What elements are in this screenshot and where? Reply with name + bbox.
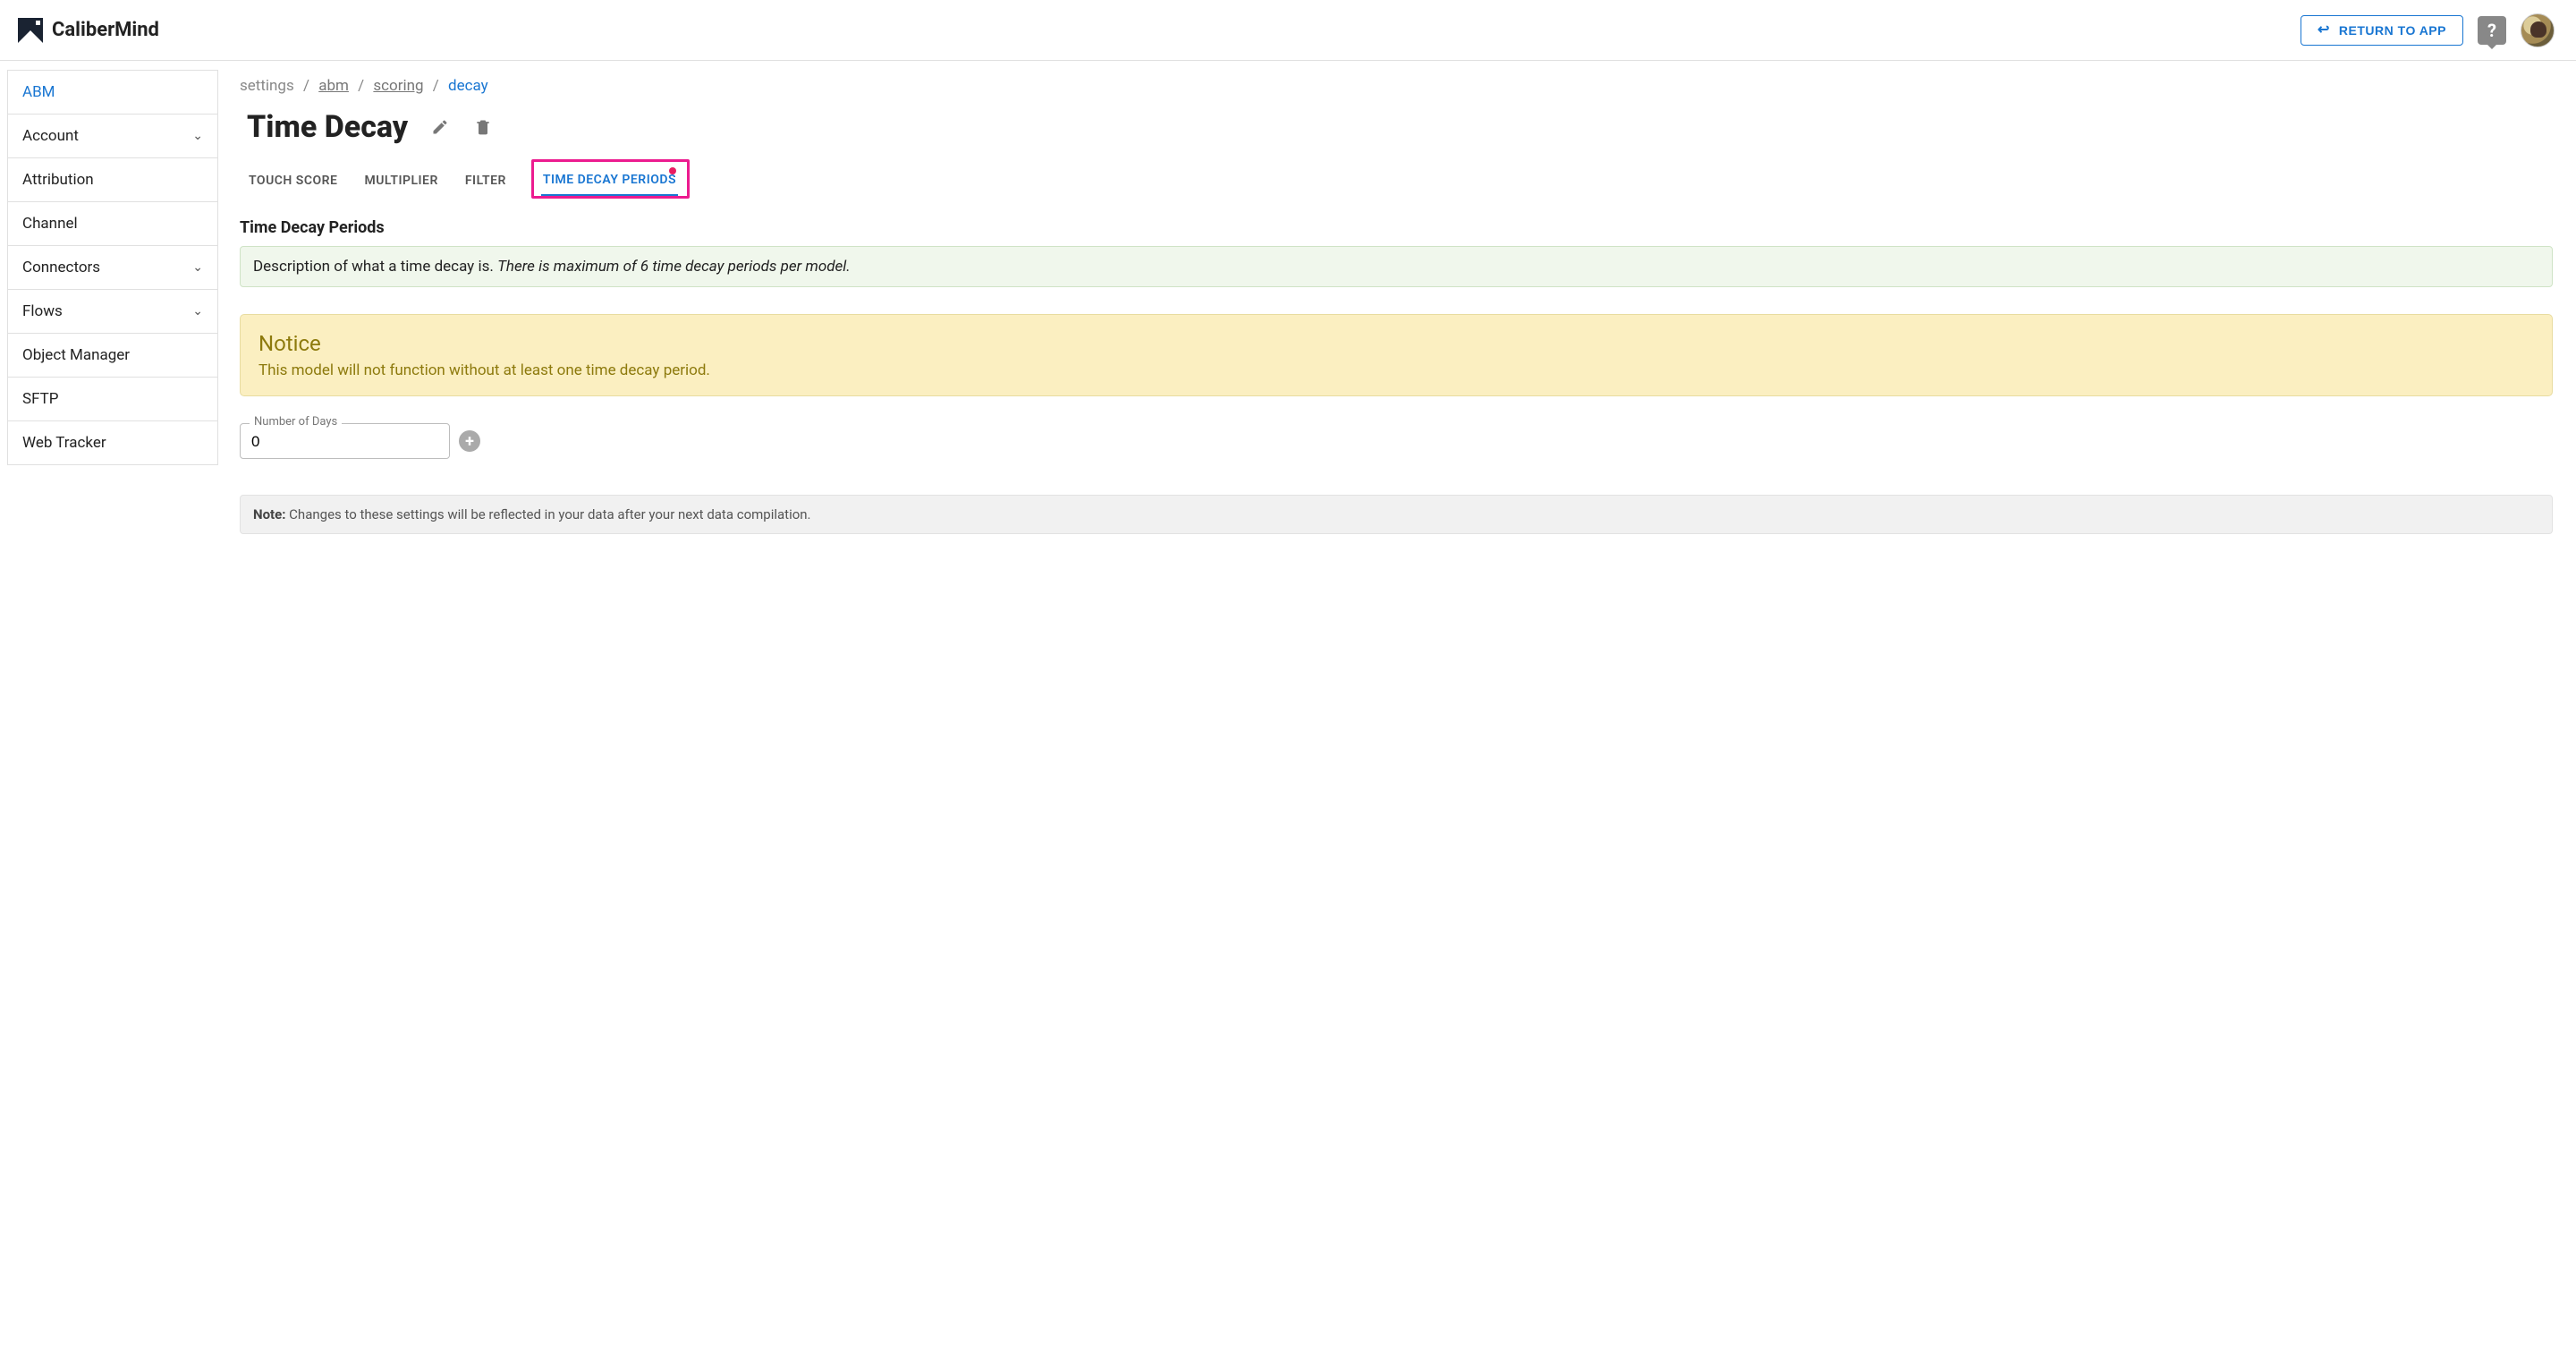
header-brand: CaliberMind <box>18 18 159 43</box>
pencil-icon <box>431 118 449 136</box>
page-title: Time Decay <box>247 109 408 145</box>
breadcrumb: settings / abm / scoring / decay <box>240 77 2553 95</box>
number-of-days-field[interactable]: Number of Days <box>240 423 450 459</box>
tab-filter[interactable]: FILTER <box>463 165 508 199</box>
tab-multiplier[interactable]: MULTIPLIER <box>362 165 439 199</box>
sidebar-item-channel[interactable]: Channel <box>7 201 218 246</box>
sidebar-item-flows[interactable]: Flows ⌄ <box>7 289 218 334</box>
days-input-row: Number of Days + <box>240 423 2553 459</box>
sidebar-item-label: Web Tracker <box>22 434 106 452</box>
notice-title: Notice <box>258 331 2534 356</box>
number-of-days-input[interactable] <box>251 433 438 451</box>
sidebar-item-label: Channel <box>22 215 78 233</box>
note-text: Changes to these settings will be reflec… <box>285 506 810 522</box>
notice-box: Notice This model will not function with… <box>240 314 2553 396</box>
return-arrow-icon: ↩ <box>2318 23 2330 38</box>
chevron-down-icon: ⌄ <box>192 304 203 318</box>
sidebar-item-label: Object Manager <box>22 346 130 364</box>
tabs: TOUCH SCORE MULTIPLIER FILTER TIME DECAY… <box>240 159 2553 199</box>
sidebar-item-label: Connectors <box>22 259 100 276</box>
chevron-down-icon: ⌄ <box>192 260 203 275</box>
tab-time-decay-periods[interactable]: TIME DECAY PERIODS <box>541 164 678 196</box>
crumb-decay: decay <box>448 77 488 95</box>
chevron-down-icon: ⌄ <box>192 129 203 143</box>
description-emphasis: There is maximum of 6 time decay periods… <box>497 258 851 276</box>
edit-button[interactable] <box>429 116 451 138</box>
sidebar-item-label: SFTP <box>22 390 59 408</box>
page-title-row: Time Decay <box>240 109 2553 145</box>
main-content: settings / abm / scoring / decay Time De… <box>224 61 2576 570</box>
sidebar-item-label: Attribution <box>22 171 94 189</box>
sidebar-item-web-tracker[interactable]: Web Tracker <box>7 420 218 465</box>
app-header: CaliberMind ↩ RETURN TO APP ? <box>0 0 2576 61</box>
notice-text: This model will not function without at … <box>258 361 2534 379</box>
field-label: Number of Days <box>250 415 342 429</box>
tab-highlight-annotation: TIME DECAY PERIODS <box>531 159 690 199</box>
crumb-settings: settings <box>240 77 294 95</box>
section-title: Time Decay Periods <box>240 218 2553 237</box>
brand-text: CaliberMind <box>52 19 159 41</box>
sidebar-item-connectors[interactable]: Connectors ⌄ <box>7 245 218 290</box>
logo-icon <box>18 18 43 43</box>
plus-icon: + <box>465 432 474 451</box>
description-box: Description of what a time decay is. The… <box>240 246 2553 287</box>
annotation-dot-icon <box>669 167 676 174</box>
sidebar-item-label: ABM <box>22 83 55 101</box>
return-label: RETURN TO APP <box>2339 23 2446 38</box>
sidebar-item-sftp[interactable]: SFTP <box>7 377 218 421</box>
description-text: Description of what a time decay is. <box>253 258 497 276</box>
header-actions: ↩ RETURN TO APP ? <box>2301 13 2555 47</box>
sidebar-item-abm[interactable]: ABM <box>7 70 218 115</box>
sidebar-item-account[interactable]: Account ⌄ <box>7 114 218 158</box>
note-prefix: Note: <box>253 506 285 522</box>
crumb-abm[interactable]: abm <box>318 77 349 95</box>
crumb-scoring[interactable]: scoring <box>373 77 423 95</box>
help-icon[interactable]: ? <box>2478 16 2506 45</box>
return-to-app-button[interactable]: ↩ RETURN TO APP <box>2301 15 2463 46</box>
avatar[interactable] <box>2521 13 2555 47</box>
delete-button[interactable] <box>472 116 494 138</box>
sidebar-item-attribution[interactable]: Attribution <box>7 157 218 202</box>
add-period-button[interactable]: + <box>459 430 480 452</box>
sidebar-item-label: Account <box>22 127 79 145</box>
sidebar-item-label: Flows <box>22 302 63 320</box>
trash-icon <box>474 118 492 136</box>
sidebar-item-object-manager[interactable]: Object Manager <box>7 333 218 378</box>
sidebar: ABM Account ⌄ Attribution Channel Connec… <box>0 61 224 570</box>
footer-note: Note: Changes to these settings will be … <box>240 495 2553 534</box>
tab-touch-score[interactable]: TOUCH SCORE <box>247 165 339 199</box>
